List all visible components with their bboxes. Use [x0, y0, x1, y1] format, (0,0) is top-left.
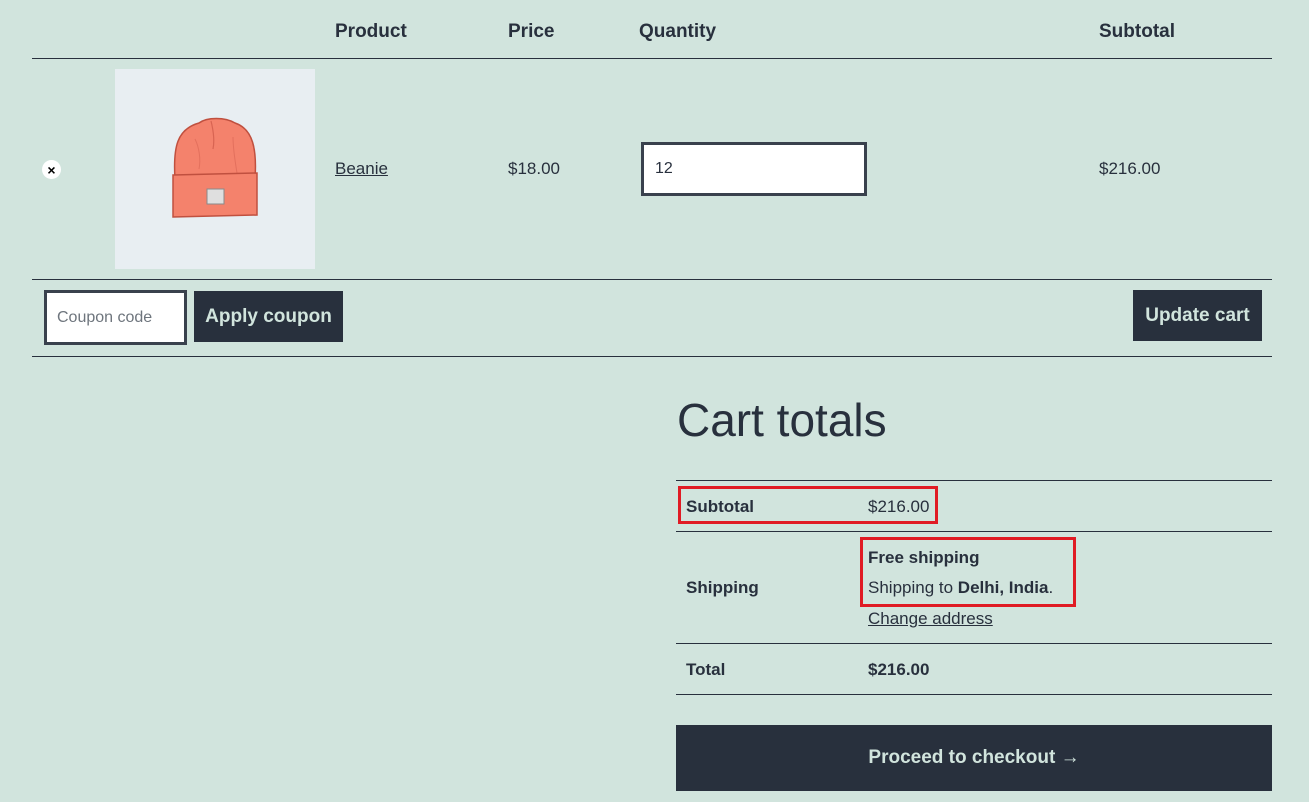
subtotal-highlight-box — [678, 486, 938, 524]
shipping-label: Shipping — [686, 578, 759, 597]
remove-item-button[interactable]: × — [42, 160, 61, 179]
totals-divider-subtotal — [676, 531, 1272, 532]
apply-coupon-button[interactable]: Apply coupon — [194, 291, 343, 342]
change-address-link[interactable]: Change address — [868, 609, 993, 629]
product-subtotal: $216.00 — [1099, 159, 1161, 178]
update-cart-button[interactable]: Update cart — [1133, 290, 1262, 341]
product-name-link[interactable]: Beanie — [335, 159, 388, 179]
shipping-highlight-box — [860, 537, 1076, 607]
beanie-icon — [172, 117, 258, 218]
total-value: $216.00 — [868, 660, 930, 679]
proceed-to-checkout-button[interactable]: Proceed to checkout → — [676, 725, 1272, 791]
totals-divider-bottom — [676, 694, 1272, 695]
product-price: $18.00 — [508, 159, 560, 178]
totals-divider-top — [676, 480, 1272, 481]
column-header-price: Price — [508, 21, 555, 42]
product-thumbnail[interactable] — [115, 69, 315, 269]
coupon-code-input[interactable] — [44, 290, 187, 345]
actions-divider — [32, 356, 1272, 357]
header-divider — [32, 58, 1272, 59]
totals-divider-shipping — [676, 643, 1272, 644]
column-header-quantity: Quantity — [639, 21, 717, 42]
cart-totals-title: Cart totals — [677, 394, 887, 446]
column-header-subtotal: Subtotal — [1099, 21, 1175, 42]
row-divider — [32, 279, 1272, 280]
quantity-input[interactable] — [641, 142, 867, 196]
total-label: Total — [686, 660, 726, 679]
column-header-product: Product — [335, 21, 407, 42]
